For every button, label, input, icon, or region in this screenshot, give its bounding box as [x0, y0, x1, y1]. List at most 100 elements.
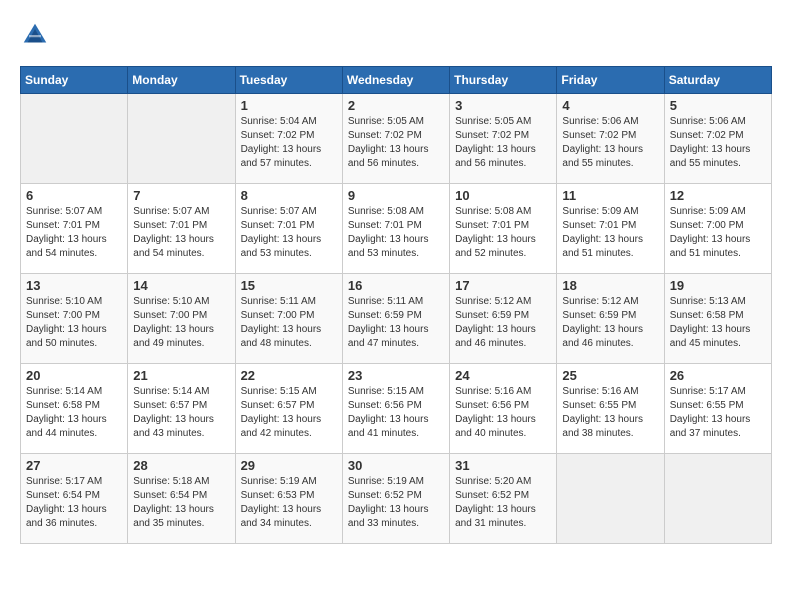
- day-number: 8: [241, 188, 337, 203]
- day-info: Sunrise: 5:07 AM Sunset: 7:01 PM Dayligh…: [26, 205, 122, 261]
- weekday-header-tuesday: Tuesday: [235, 67, 342, 94]
- weekday-header-monday: Monday: [128, 67, 235, 94]
- weekday-header-sunday: Sunday: [21, 67, 128, 94]
- day-number: 17: [455, 278, 551, 293]
- day-info: Sunrise: 5:08 AM Sunset: 7:01 PM Dayligh…: [455, 205, 551, 261]
- day-info: Sunrise: 5:11 AM Sunset: 7:00 PM Dayligh…: [241, 295, 337, 351]
- calendar-cell: 21Sunrise: 5:14 AM Sunset: 6:57 PM Dayli…: [128, 364, 235, 454]
- day-info: Sunrise: 5:09 AM Sunset: 7:01 PM Dayligh…: [562, 205, 658, 261]
- day-number: 22: [241, 368, 337, 383]
- day-info: Sunrise: 5:17 AM Sunset: 6:55 PM Dayligh…: [670, 385, 766, 441]
- day-info: Sunrise: 5:04 AM Sunset: 7:02 PM Dayligh…: [241, 115, 337, 171]
- calendar-cell: 12Sunrise: 5:09 AM Sunset: 7:00 PM Dayli…: [664, 184, 771, 274]
- day-info: Sunrise: 5:17 AM Sunset: 6:54 PM Dayligh…: [26, 475, 122, 531]
- day-number: 10: [455, 188, 551, 203]
- calendar-cell: 7 Sunrise: 5:07 AM Sunset: 7:01 PM Daylig…: [128, 184, 235, 274]
- calendar-cell: 5 Sunrise: 5:06 AM Sunset: 7:02 PM Daylig…: [664, 94, 771, 184]
- day-number: 1: [241, 98, 337, 113]
- calendar-cell: 26 Sunrise: 5:17 AM Sunset: 6:55 PM Dayli…: [664, 364, 771, 454]
- calendar-week-row: 1 Sunrise: 5:04 AM Sunset: 7:02 PM Daylig…: [21, 94, 772, 184]
- day-number: 18: [562, 278, 658, 293]
- calendar-cell: 20 Sunrise: 5:14 AM Sunset: 6:58 PM Dayli…: [21, 364, 128, 454]
- day-number: 12: [670, 188, 766, 203]
- day-info: Sunrise: 5:07 AM Sunset: 7:01 PM Dayligh…: [241, 205, 337, 261]
- day-info: Sunrise: 5:12 AM Sunset: 6:59 PM Dayligh…: [562, 295, 658, 351]
- day-number: 20: [26, 368, 122, 383]
- day-info: Sunrise: 5:11 AM Sunset: 6:59 PM Dayligh…: [348, 295, 444, 351]
- calendar-cell: 16 Sunrise: 5:11 AM Sunset: 6:59 PM Dayli…: [342, 274, 449, 364]
- day-number: 21: [133, 368, 229, 383]
- calendar-cell: 8 Sunrise: 5:07 AM Sunset: 7:01 PM Daylig…: [235, 184, 342, 274]
- calendar-cell: [664, 454, 771, 544]
- calendar-cell: [21, 94, 128, 184]
- calendar-cell: 15 Sunrise: 5:11 AM Sunset: 7:00 PM Dayli…: [235, 274, 342, 364]
- calendar-cell: 19Sunrise: 5:13 AM Sunset: 6:58 PM Dayli…: [664, 274, 771, 364]
- day-number: 9: [348, 188, 444, 203]
- day-info: Sunrise: 5:10 AM Sunset: 7:00 PM Dayligh…: [133, 295, 229, 351]
- logo: [20, 20, 52, 50]
- calendar-cell: 6 Sunrise: 5:07 AM Sunset: 7:01 PM Daylig…: [21, 184, 128, 274]
- calendar-cell: 31Sunrise: 5:20 AM Sunset: 6:52 PM Dayli…: [450, 454, 557, 544]
- day-info: Sunrise: 5:18 AM Sunset: 6:54 PM Dayligh…: [133, 475, 229, 531]
- day-info: Sunrise: 5:06 AM Sunset: 7:02 PM Dayligh…: [562, 115, 658, 171]
- day-number: 31: [455, 458, 551, 473]
- page-header: [20, 20, 772, 50]
- calendar-table: SundayMondayTuesdayWednesdayThursdayFrid…: [20, 66, 772, 544]
- weekday-header-saturday: Saturday: [664, 67, 771, 94]
- day-number: 6: [26, 188, 122, 203]
- weekday-header-wednesday: Wednesday: [342, 67, 449, 94]
- day-number: 19: [670, 278, 766, 293]
- calendar-cell: 1 Sunrise: 5:04 AM Sunset: 7:02 PM Daylig…: [235, 94, 342, 184]
- day-number: 15: [241, 278, 337, 293]
- calendar-week-row: 27 Sunrise: 5:17 AM Sunset: 6:54 PM Dayli…: [21, 454, 772, 544]
- day-info: Sunrise: 5:07 AM Sunset: 7:01 PM Dayligh…: [133, 205, 229, 261]
- calendar-cell: 29Sunrise: 5:19 AM Sunset: 6:53 PM Dayli…: [235, 454, 342, 544]
- day-number: 25: [562, 368, 658, 383]
- day-number: 2: [348, 98, 444, 113]
- day-number: 11: [562, 188, 658, 203]
- day-info: Sunrise: 5:15 AM Sunset: 6:57 PM Dayligh…: [241, 385, 337, 441]
- day-number: 23: [348, 368, 444, 383]
- calendar-cell: 17Sunrise: 5:12 AM Sunset: 6:59 PM Dayli…: [450, 274, 557, 364]
- day-number: 4: [562, 98, 658, 113]
- day-info: Sunrise: 5:15 AM Sunset: 6:56 PM Dayligh…: [348, 385, 444, 441]
- day-number: 7: [133, 188, 229, 203]
- calendar-cell: 2 Sunrise: 5:05 AM Sunset: 7:02 PM Daylig…: [342, 94, 449, 184]
- day-info: Sunrise: 5:16 AM Sunset: 6:55 PM Dayligh…: [562, 385, 658, 441]
- weekday-header-row: SundayMondayTuesdayWednesdayThursdayFrid…: [21, 67, 772, 94]
- calendar-cell: 28 Sunrise: 5:18 AM Sunset: 6:54 PM Dayli…: [128, 454, 235, 544]
- calendar-cell: 10 Sunrise: 5:08 AM Sunset: 7:01 PM Dayli…: [450, 184, 557, 274]
- calendar-cell: 11 Sunrise: 5:09 AM Sunset: 7:01 PM Dayli…: [557, 184, 664, 274]
- weekday-header-friday: Friday: [557, 67, 664, 94]
- calendar-cell: 22 Sunrise: 5:15 AM Sunset: 6:57 PM Dayli…: [235, 364, 342, 454]
- calendar-cell: 18 Sunrise: 5:12 AM Sunset: 6:59 PM Dayli…: [557, 274, 664, 364]
- calendar-week-row: 13 Sunrise: 5:10 AM Sunset: 7:00 PM Dayli…: [21, 274, 772, 364]
- day-number: 24: [455, 368, 551, 383]
- day-info: Sunrise: 5:10 AM Sunset: 7:00 PM Dayligh…: [26, 295, 122, 351]
- day-number: 27: [26, 458, 122, 473]
- calendar-cell: [128, 94, 235, 184]
- calendar-cell: 25 Sunrise: 5:16 AM Sunset: 6:55 PM Dayli…: [557, 364, 664, 454]
- calendar-week-row: 6 Sunrise: 5:07 AM Sunset: 7:01 PM Daylig…: [21, 184, 772, 274]
- day-info: Sunrise: 5:19 AM Sunset: 6:52 PM Dayligh…: [348, 475, 444, 531]
- calendar-cell: 27 Sunrise: 5:17 AM Sunset: 6:54 PM Dayli…: [21, 454, 128, 544]
- day-info: Sunrise: 5:06 AM Sunset: 7:02 PM Dayligh…: [670, 115, 766, 171]
- day-number: 29: [241, 458, 337, 473]
- calendar-cell: 13 Sunrise: 5:10 AM Sunset: 7:00 PM Dayli…: [21, 274, 128, 364]
- day-info: Sunrise: 5:16 AM Sunset: 6:56 PM Dayligh…: [455, 385, 551, 441]
- calendar-cell: 23 Sunrise: 5:15 AM Sunset: 6:56 PM Dayli…: [342, 364, 449, 454]
- day-info: Sunrise: 5:05 AM Sunset: 7:02 PM Dayligh…: [348, 115, 444, 171]
- day-number: 14: [133, 278, 229, 293]
- day-number: 16: [348, 278, 444, 293]
- calendar-cell: 24 Sunrise: 5:16 AM Sunset: 6:56 PM Dayli…: [450, 364, 557, 454]
- day-number: 13: [26, 278, 122, 293]
- day-number: 28: [133, 458, 229, 473]
- logo-icon: [20, 20, 50, 50]
- day-number: 26: [670, 368, 766, 383]
- calendar-cell: 3Sunrise: 5:05 AM Sunset: 7:02 PM Daylig…: [450, 94, 557, 184]
- day-number: 5: [670, 98, 766, 113]
- day-info: Sunrise: 5:05 AM Sunset: 7:02 PM Dayligh…: [455, 115, 551, 171]
- calendar-cell: 4 Sunrise: 5:06 AM Sunset: 7:02 PM Daylig…: [557, 94, 664, 184]
- calendar-cell: [557, 454, 664, 544]
- day-info: Sunrise: 5:14 AM Sunset: 6:58 PM Dayligh…: [26, 385, 122, 441]
